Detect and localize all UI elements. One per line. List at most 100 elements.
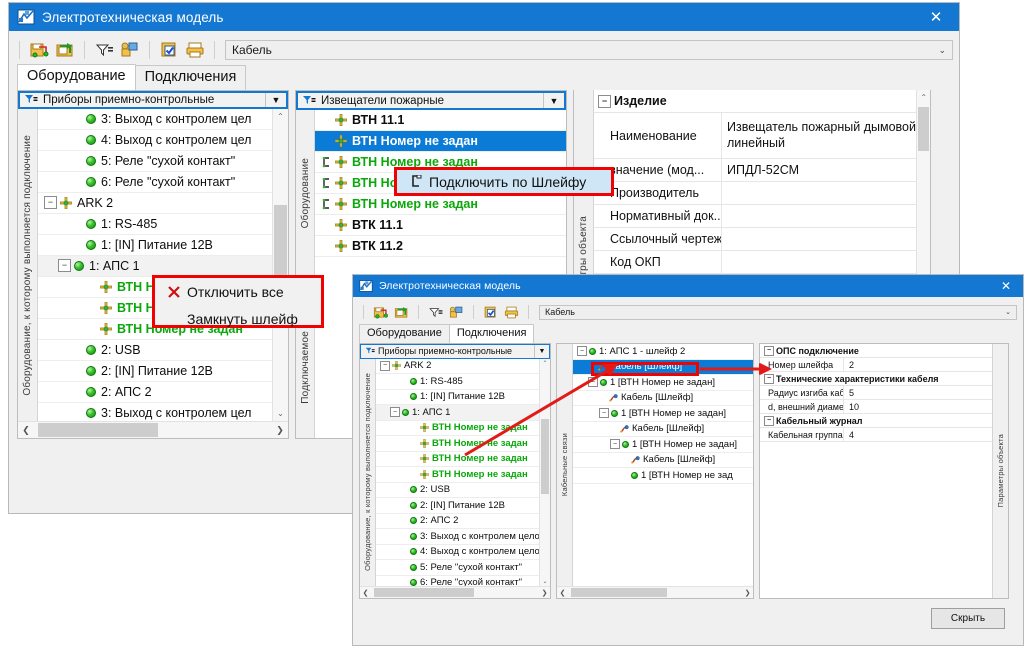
property-value[interactable] bbox=[722, 182, 916, 204]
tree-row[interactable]: 2: [IN] Питание 12В bbox=[38, 361, 288, 382]
tree-row[interactable]: 2: USB bbox=[38, 340, 288, 361]
tree-row[interactable]: 2: [IN] Питание 12В bbox=[376, 498, 550, 514]
context-menu-connect-by-loop[interactable]: Подключить по Шлейфу bbox=[394, 167, 614, 196]
tree-row[interactable]: −1: АПС 1 bbox=[376, 405, 550, 421]
tree-row[interactable]: − ARK 2 bbox=[376, 359, 550, 375]
property-row[interactable]: d, внешний диамет... 10 bbox=[760, 400, 992, 414]
tree-row[interactable]: ВТН Номер не задан bbox=[376, 421, 550, 437]
property-value[interactable]: 10 bbox=[844, 400, 992, 413]
open-model-icon[interactable] bbox=[393, 304, 410, 321]
expander-toggle[interactable]: − bbox=[44, 196, 57, 209]
pane-object-parameters-2[interactable]: Параметры объекта −ОПС подключение Номер… bbox=[759, 343, 1009, 599]
property-row[interactable]: Кабельная группа 4 bbox=[760, 428, 992, 442]
hscroll-track[interactable] bbox=[34, 422, 272, 438]
property-group-header[interactable]: −ОПС подключение bbox=[760, 344, 992, 358]
tree-row[interactable]: 6: Реле "сухой контакт" bbox=[38, 172, 288, 193]
expander-toggle[interactable]: − bbox=[598, 95, 611, 108]
context-menu-item-disconnect-all[interactable]: Отключить все bbox=[155, 278, 321, 305]
property-group-header[interactable]: −Технические характеристики кабеля bbox=[760, 372, 992, 386]
property-row[interactable]: Радиус изгиба каб... 5 bbox=[760, 386, 992, 400]
scroll-right-arrow[interactable]: ❯ bbox=[539, 589, 550, 597]
property-value[interactable] bbox=[722, 251, 916, 273]
hscroll-thumb[interactable] bbox=[374, 588, 474, 597]
chevron-down-icon[interactable]: ▼ bbox=[265, 93, 286, 107]
tree-row[interactable]: 3: Выход с контролем цело bbox=[376, 529, 550, 545]
property-row[interactable]: Код ОКП bbox=[594, 251, 916, 274]
tree-row[interactable]: −1: АПС 1 bbox=[38, 256, 288, 277]
tree-row[interactable]: −1 [ВТН Номер не задан] bbox=[573, 406, 753, 422]
check-icon[interactable] bbox=[482, 304, 499, 321]
object-type-combo[interactable]: Кабель ⌄ bbox=[225, 40, 953, 60]
property-row[interactable]: Наименование Извещатель пожарный дымовой… bbox=[594, 113, 916, 159]
group-icon[interactable] bbox=[119, 39, 141, 61]
scroll-down-arrow[interactable]: ⌄ bbox=[540, 576, 550, 586]
window1-toolbar[interactable]: Кабель ⌄ bbox=[9, 35, 959, 65]
scroll-right-arrow[interactable]: ❯ bbox=[742, 589, 753, 597]
pane-receiving-devices[interactable]: Приборы приемно-контрольные ▼ Оборудован… bbox=[17, 90, 289, 439]
tree-row[interactable]: ВТН Номер не задан bbox=[376, 467, 550, 483]
tree-row[interactable]: ВТН 11.1 bbox=[315, 110, 566, 131]
close-icon[interactable]: ✕ bbox=[913, 3, 959, 31]
window1-tabs[interactable]: Оборудование Подключения bbox=[9, 65, 959, 90]
window2-titlebar[interactable]: Электротехническая модель ✕ bbox=[353, 275, 1023, 297]
expander-toggle[interactable]: − bbox=[588, 377, 598, 387]
property-row[interactable]: Номер шлейфа 2 bbox=[760, 358, 992, 372]
filter-icon[interactable] bbox=[93, 39, 115, 61]
property-row[interactable]: Ссылочный чертеж bbox=[594, 228, 916, 251]
tab-podklyucheniya[interactable]: Подключения bbox=[135, 65, 247, 90]
scroll-left-arrow[interactable]: ❮ bbox=[18, 425, 34, 436]
tree-row[interactable]: 3: Выход с контролем цел bbox=[38, 109, 288, 130]
tree-row[interactable]: ВТН Номер не задан bbox=[376, 452, 550, 468]
tree-receiving-devices[interactable]: 3: Выход с контролем цел 4: Выход с конт… bbox=[38, 109, 288, 421]
tree-row[interactable]: 6: Реле "сухой контакт" bbox=[376, 576, 550, 586]
vscroll-thumb[interactable] bbox=[541, 419, 549, 494]
expander-toggle[interactable]: − bbox=[577, 346, 587, 356]
context-menu-disconnect[interactable]: Отключить все Замкнуть шлейф bbox=[152, 275, 324, 328]
property-value[interactable] bbox=[722, 205, 916, 227]
property-value[interactable]: Извещатель пожарный дымовой линейный bbox=[722, 113, 916, 158]
vertical-scrollbar[interactable]: ⌃ ⌄ bbox=[272, 109, 288, 421]
check-icon[interactable] bbox=[158, 39, 180, 61]
vertical-scrollbar[interactable]: ⌃ ⌄ bbox=[539, 359, 550, 586]
chevron-down-icon[interactable]: ▼ bbox=[534, 345, 549, 358]
filter-icon[interactable] bbox=[365, 347, 375, 355]
object-type-combo[interactable]: Кабель ⌄ bbox=[539, 305, 1017, 320]
tree-row[interactable]: − ARK 2 bbox=[38, 193, 288, 214]
window1-titlebar[interactable]: Электротехническая модель ✕ bbox=[9, 3, 959, 31]
scroll-right-arrow[interactable]: ❯ bbox=[272, 425, 288, 436]
print-icon[interactable] bbox=[503, 304, 520, 321]
expander-toggle[interactable]: − bbox=[764, 374, 774, 384]
filter-icon[interactable] bbox=[427, 304, 444, 321]
hscroll-track[interactable] bbox=[371, 587, 539, 598]
tab-oborudovanie[interactable]: Оборудование bbox=[17, 64, 136, 90]
tree-row[interactable]: −1 [ВТН Номер не задан] bbox=[573, 437, 753, 453]
expander-toggle[interactable]: − bbox=[764, 346, 774, 356]
tree-cable-links[interactable]: −1: АПС 1 - шлейф 2 Кабель [Шлейф] −1 [В… bbox=[573, 344, 753, 586]
tab-oborudovanie[interactable]: Оборудование bbox=[359, 324, 450, 343]
hscroll-track[interactable] bbox=[568, 587, 742, 598]
expander-toggle[interactable]: − bbox=[58, 259, 71, 272]
tree-row[interactable]: 4: Выход с контролем цел bbox=[38, 130, 288, 151]
window2-toolbar[interactable]: Кабель ⌄ bbox=[353, 300, 1023, 324]
tree-row[interactable]: 1 [ВТН Номер не зад bbox=[573, 468, 753, 484]
scroll-up-arrow[interactable]: ⌃ bbox=[917, 90, 930, 105]
context-menu-item-close-loop[interactable]: Замкнуть шлейф bbox=[155, 305, 321, 332]
tree-row[interactable]: 5: Реле "сухой контакт" bbox=[376, 560, 550, 576]
horizontal-scrollbar[interactable]: ❮ ❯ bbox=[360, 586, 550, 598]
property-value[interactable] bbox=[722, 228, 916, 250]
chevron-down-icon[interactable]: ⌄ bbox=[1005, 308, 1011, 316]
tree-row[interactable]: ВТК 11.1 bbox=[315, 215, 566, 236]
scroll-left-arrow[interactable]: ❮ bbox=[557, 589, 568, 597]
tree-row[interactable]: 2: АПС 2 bbox=[376, 514, 550, 530]
filter-icon[interactable] bbox=[24, 94, 38, 105]
property-value[interactable]: 5 bbox=[844, 386, 992, 399]
tree-row[interactable]: 1: [IN] Питание 12В bbox=[38, 235, 288, 256]
tree-row[interactable]: Кабель [Шлейф] bbox=[573, 391, 753, 407]
pane-header-receiving-devices-2[interactable]: Приборы приемно-контрольные ▼ bbox=[360, 344, 550, 359]
property-group-header[interactable]: −Изделие bbox=[594, 90, 916, 113]
tree-row[interactable]: 1: [IN] Питание 12В bbox=[376, 390, 550, 406]
window2-tabs[interactable]: Оборудование Подключения bbox=[353, 324, 1023, 343]
pane-cable-links[interactable]: Кабельные связи −1: АПС 1 - шлейф 2 Кабе… bbox=[556, 343, 754, 599]
horizontal-scrollbar[interactable]: ❮ ❯ bbox=[557, 586, 753, 598]
tree-row[interactable]: Кабель [Шлейф] bbox=[573, 360, 753, 376]
